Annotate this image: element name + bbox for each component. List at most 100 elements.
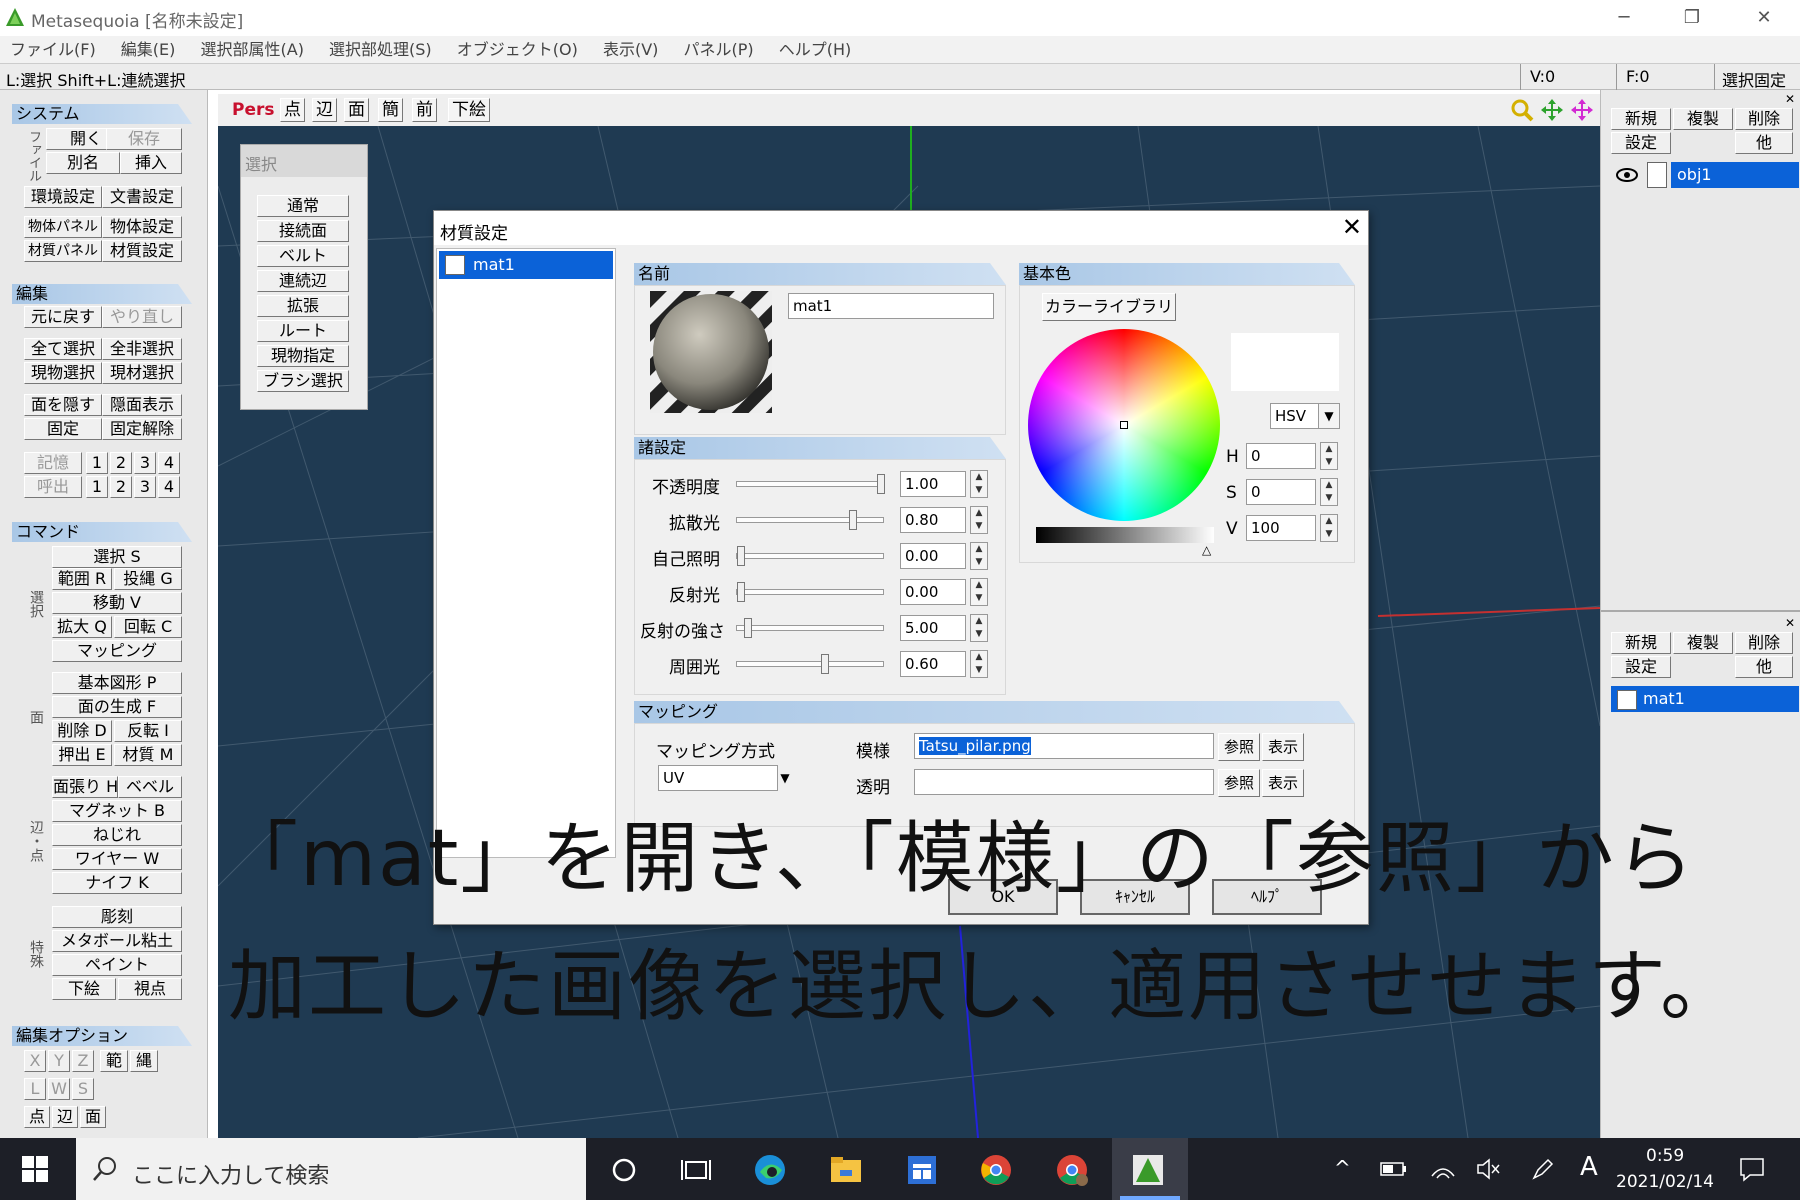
chrome-icon[interactable] [978, 1152, 1014, 1188]
dialog-close-icon[interactable]: ✕ [1342, 213, 1362, 241]
value-spinner[interactable]: ▲ ▼ [1320, 514, 1338, 542]
select-mode-edge-loop[interactable]: 連続辺 [257, 270, 349, 292]
twist-button[interactable]: ねじれ [52, 824, 182, 846]
generate-face-button[interactable]: 面の生成 F [52, 696, 182, 718]
underlay-button[interactable]: 下絵 [52, 978, 116, 1000]
object-panel-button[interactable]: 物体パネル [24, 216, 102, 238]
object-delete-button[interactable]: 削除 [1735, 108, 1793, 130]
emissive-spinner[interactable]: ▲ ▼ [970, 542, 988, 570]
menu-edit[interactable]: 編集(E) [111, 36, 186, 61]
paint-button[interactable]: ペイント [52, 954, 182, 976]
file-explorer-icon[interactable] [828, 1152, 864, 1188]
menu-view[interactable]: 表示(V) [593, 36, 668, 61]
diffuse-slider-thumb[interactable] [849, 510, 857, 530]
specular-slider[interactable] [736, 582, 884, 602]
current-object-select-button[interactable]: 現物選択 [24, 362, 102, 384]
menu-file[interactable]: ファイル(F) [0, 36, 106, 61]
hue-input[interactable]: 0 [1246, 443, 1316, 469]
material-panel-close-icon[interactable]: ✕ [1785, 616, 1795, 630]
magnet-button[interactable]: マグネット B [52, 800, 182, 822]
menu-help[interactable]: ヘルプ(H) [769, 36, 862, 61]
material-settings-button-right[interactable]: 設定 [1611, 656, 1671, 678]
scale-tool-button[interactable]: 拡大 Q [52, 616, 112, 638]
show-faces-toggle[interactable]: 面 [344, 98, 369, 122]
object-new-button[interactable]: 新規 [1611, 108, 1671, 130]
saturation-spinner[interactable]: ▲ ▼ [1320, 478, 1338, 506]
value-slider[interactable] [1036, 527, 1214, 543]
axis-z-toggle[interactable]: Z [72, 1050, 94, 1072]
ambient-spinner[interactable]: ▲ ▼ [970, 650, 988, 678]
specular-power-input[interactable]: 5.00 [900, 615, 966, 641]
menu-selection-process[interactable]: 選択部処理(S) [319, 36, 442, 61]
opacity-slider[interactable] [736, 474, 885, 494]
redo-button[interactable]: やり直し [102, 306, 182, 328]
select-all-button[interactable]: 全て選択 [24, 338, 102, 360]
extrude-tool-button[interactable]: 押出 E [52, 744, 112, 766]
unfix-button[interactable]: 固定解除 [102, 418, 182, 440]
knife-button[interactable]: ナイフ K [52, 872, 182, 894]
specular-slider-thumb[interactable] [737, 582, 745, 602]
move-tool-button[interactable]: 移動 V [52, 592, 182, 614]
emissive-slider-thumb[interactable] [737, 546, 745, 566]
select-mode-connected-face[interactable]: 接続面 [257, 220, 349, 242]
recall-slot-1[interactable]: 1 [86, 476, 108, 498]
pan-icon[interactable] [1540, 98, 1564, 122]
saturation-input[interactable]: 0 [1246, 479, 1316, 505]
delete-tool-button[interactable]: 削除 D [52, 720, 112, 742]
select-tool-button[interactable]: 選択 S [52, 546, 182, 568]
value-slider-thumb-icon[interactable]: △ [1202, 543, 1211, 557]
simple-view-toggle[interactable]: 簡 [378, 98, 403, 122]
axis-y-toggle[interactable]: Y [48, 1050, 70, 1072]
object-panel-close-icon[interactable]: ✕ [1785, 92, 1795, 106]
object-settings-button-right[interactable]: 設定 [1611, 132, 1671, 154]
diffuse-slider[interactable] [736, 510, 884, 530]
opacity-input[interactable]: 1.00 [900, 471, 966, 497]
material-tool-button[interactable]: 材質 M [114, 744, 182, 766]
selection-lock-button[interactable]: 選択固定 [1722, 67, 1786, 91]
ambient-slider-thumb[interactable] [821, 654, 829, 674]
metaball-button[interactable]: メタボール粘土 [52, 930, 182, 952]
material-settings-button[interactable]: 材質設定 [102, 240, 182, 262]
select-mode-route[interactable]: ルート [257, 320, 349, 342]
mapping-method-select[interactable]: UV [658, 765, 778, 791]
specular-spinner[interactable]: ▲ ▼ [970, 578, 988, 606]
memory-slot-4[interactable]: 4 [158, 452, 180, 474]
volume-muted-icon[interactable] [1476, 1156, 1502, 1182]
rotate-view-icon[interactable] [1570, 98, 1594, 122]
opacity-spinner[interactable]: ▲ ▼ [970, 470, 988, 498]
pen-icon[interactable] [1530, 1156, 1556, 1182]
specular-power-slider[interactable] [736, 618, 884, 638]
material-row[interactable]: mat1 [1611, 686, 1799, 712]
specular-power-slider-thumb[interactable] [744, 618, 752, 638]
axis-x-toggle[interactable]: X [24, 1050, 46, 1072]
memory-slot-2[interactable]: 2 [110, 452, 132, 474]
range-option-toggle[interactable]: 範 [100, 1050, 128, 1072]
pattern-view-button[interactable]: 表示 [1262, 733, 1304, 761]
mapping-method-dropdown-icon[interactable]: ▼ [774, 766, 796, 790]
object-settings-button[interactable]: 物体設定 [102, 216, 182, 238]
edge-browser-icon[interactable] [752, 1152, 788, 1188]
undo-button[interactable]: 元に戻す [24, 306, 102, 328]
save-button[interactable]: 保存 [106, 128, 182, 150]
color-library-button[interactable]: カラーライブラリ [1042, 293, 1176, 321]
memory-button[interactable]: 記憶 [24, 452, 82, 474]
material-other-button[interactable]: 他 [1735, 656, 1793, 678]
opacity-slider-thumb[interactable] [877, 474, 885, 494]
screen-coord-toggle[interactable]: S [72, 1078, 94, 1100]
color-wheel-cursor[interactable] [1120, 421, 1128, 429]
face-mode-toggle[interactable]: 面 [80, 1106, 106, 1128]
memory-slot-3[interactable]: 3 [134, 452, 156, 474]
color-model-dropdown-icon[interactable]: ▼ [1318, 403, 1340, 429]
ambient-input[interactable]: 0.60 [900, 651, 966, 677]
windows-start-icon[interactable] [22, 1156, 48, 1182]
menu-object[interactable]: オブジェクト(O) [447, 36, 588, 61]
clock-time[interactable]: 0:59 [1646, 1146, 1684, 1166]
basic-shape-button[interactable]: 基本図形 P [52, 672, 182, 694]
show-points-toggle[interactable]: 点 [280, 98, 305, 122]
lasso-tool-button[interactable]: 投縄 G [114, 568, 182, 590]
chrome-profile-icon[interactable] [1054, 1152, 1090, 1188]
zoom-icon[interactable] [1510, 98, 1534, 122]
select-none-button[interactable]: 全非選択 [102, 338, 182, 360]
taskbar-search-input[interactable]: ここに入力して検索 [76, 1138, 586, 1200]
network-icon[interactable] [1430, 1156, 1456, 1182]
